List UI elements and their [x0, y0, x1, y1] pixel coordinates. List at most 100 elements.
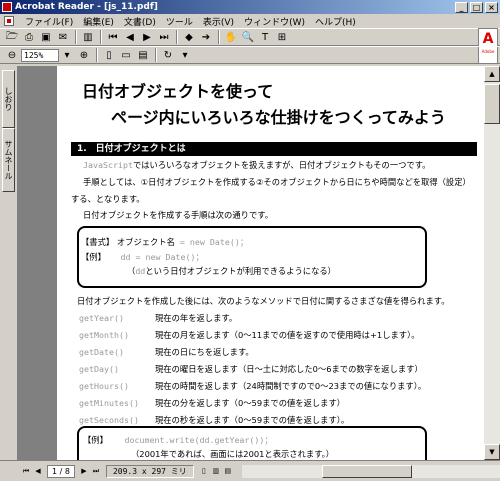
next-page-nav-icon[interactable]: ▶: [78, 465, 90, 477]
steps-line1: 手順としては、①日付オブジェクトを作成する②そのオブジェクトから日にちや時間など…: [83, 177, 471, 187]
method-desc: 現在の時間を返します（24時間制ですので0～23までの値になります）。: [155, 381, 427, 391]
open-icon[interactable]: 🗁: [4, 30, 20, 44]
pdf-page: 日付オブジェクトを使って ページ内にいろいろな仕掛けをつくってみよう 1. 日付…: [57, 66, 484, 460]
menu-window[interactable]: ウィンドウ(W): [239, 15, 310, 28]
scroll-down-icon[interactable]: ▼: [484, 444, 500, 460]
example-code: dd = new Date()；: [120, 252, 204, 262]
method-desc: 現在の月を返します（0～11までの値を返すので使用時は+1します）。: [155, 330, 420, 340]
method-name: getHours(): [79, 381, 129, 391]
horizontal-scroll-thumb[interactable]: [321, 464, 412, 478]
method-row: getDate() 現在の日にちを返します。: [79, 347, 254, 358]
fit-page-icon[interactable]: ▭: [118, 48, 134, 62]
toolbar-separator: [218, 30, 220, 44]
method-desc: 現在の年を返します。: [155, 313, 238, 323]
go-back-icon[interactable]: ◆: [181, 30, 197, 44]
zoom-tool-icon[interactable]: 🔍: [240, 30, 256, 44]
status-bar: ⏮ ◀ 1 / 8 ▶ ⏭ 209.3 x 297 ミリ ▯ ▥ ▤: [0, 460, 500, 481]
menu-file[interactable]: ファイル(F): [20, 15, 78, 28]
syntax-line: 【書式】 オブジェクト名 = new Date()；: [81, 237, 248, 248]
last-page-nav-icon[interactable]: ⏭: [90, 465, 102, 477]
section-heading: 1. 日付オブジェクトとは: [71, 142, 477, 156]
go-forward-icon[interactable]: ➔: [198, 30, 214, 44]
format-label: 【書式】: [81, 237, 115, 247]
bookmarks-tab[interactable]: しおり: [2, 70, 15, 128]
main-toolbar: 🗁 ⎙ ▣ ✉ ▥ ⏮ ◀ ▶ ⏭ ◆ ➔ ✋ 🔍 T ⊞: [0, 28, 500, 46]
show-navigation-pane-icon[interactable]: ▥: [80, 30, 96, 44]
steps-line2: する、となります。: [71, 194, 145, 204]
menu-view[interactable]: 表示(V): [198, 15, 239, 28]
method-desc: 現在の秒を返します（0～59までの値を返します）。: [155, 415, 350, 425]
navigation-tabs: しおり サムネール: [0, 66, 16, 460]
column-select-icon[interactable]: ⊞: [274, 30, 290, 44]
menu-bar: ファイル(F) 編集(E) 文書(D) ツール 表示(V) ウィンドウ(W) ヘ…: [0, 14, 500, 28]
continuous-icon[interactable]: ▥: [210, 465, 222, 477]
toolbar-separator: [96, 48, 98, 62]
zoom-in-icon[interactable]: ⊕: [76, 48, 92, 62]
rotate-icon[interactable]: ↻: [160, 48, 176, 62]
intro-text: ではいろいろなオブジェクトを扱えますが、日付オブジェクトもその一つです。: [132, 160, 431, 170]
method-row: getMonth() 現在の月を返します（0～11までの値を返すので使用時は+1し…: [79, 330, 420, 341]
page-title-line1: 日付オブジェクトを使って: [82, 82, 274, 101]
zoom-dropdown-icon[interactable]: ▾: [59, 48, 75, 62]
example-note: （ddという日付オブジェクトが利用できるようになる）: [127, 266, 336, 276]
method-row: getSeconds() 現在の秒を返します（0～59までの値を返します）。: [79, 415, 349, 426]
single-page-icon[interactable]: ▯: [198, 465, 210, 477]
prev-page-nav-icon[interactable]: ◀: [32, 465, 44, 477]
toolbar-separator: [75, 30, 77, 44]
scroll-up-icon[interactable]: ▲: [484, 66, 500, 82]
page-size-display: 209.3 x 297 ミリ: [105, 464, 194, 478]
intro-js-term: JavaScript: [83, 160, 133, 170]
example-note-code: dd: [135, 266, 146, 276]
example2-note: （2001年であれば、画面には2001と表示されます。）: [131, 449, 335, 459]
maximize-button[interactable]: □: [470, 1, 483, 13]
after-line: 日付オブジェクトを作成した後には、次のようなメソッドで日付に関するさまざな値を得…: [77, 296, 450, 306]
menu-document[interactable]: 文書(D): [119, 15, 161, 28]
example-line: 【例】 dd = new Date()；: [81, 252, 204, 263]
toolbar-separator: [100, 30, 102, 44]
text-select-icon[interactable]: T: [257, 30, 273, 44]
scroll-thumb[interactable]: [484, 84, 500, 124]
last-page-icon[interactable]: ⏭: [156, 30, 172, 44]
title-bar: Acrobat Reader - [js_11.pdf] _ □ ×: [0, 0, 500, 14]
actual-size-icon[interactable]: ▯: [101, 48, 117, 62]
method-row: getYear() 現在の年を返します。: [79, 313, 237, 324]
previous-page-icon[interactable]: ◀: [122, 30, 138, 44]
page-number-field[interactable]: 1 / 8: [47, 464, 75, 478]
zoom-out-icon[interactable]: ⊖: [4, 48, 20, 62]
menu-help[interactable]: ヘルプ(H): [310, 15, 361, 28]
acrobat-app-icon[interactable]: [2, 2, 12, 12]
thumbnails-tab[interactable]: サムネール: [2, 128, 15, 192]
example2-code: document.write(dd.getYear())；: [124, 435, 273, 445]
first-page-nav-icon[interactable]: ⏮: [20, 465, 32, 477]
format-code: = new Date()；: [174, 237, 249, 247]
menu-tools[interactable]: ツール: [161, 15, 198, 28]
print-icon[interactable]: ⎙: [21, 30, 37, 44]
window-title: Acrobat Reader - [js_11.pdf]: [15, 2, 158, 12]
menu-edit[interactable]: 編集(E): [78, 15, 119, 28]
example-label: 【例】: [81, 252, 106, 262]
first-page-icon[interactable]: ⏮: [105, 30, 121, 44]
horizontal-scrollbar[interactable]: [241, 464, 500, 478]
hand-tool-icon[interactable]: ✋: [223, 30, 239, 44]
method-name: getDate(): [79, 347, 124, 357]
fit-width-icon[interactable]: ▤: [135, 48, 151, 62]
method-name: getDay(): [79, 364, 119, 374]
email-icon[interactable]: ✉: [55, 30, 71, 44]
method-desc: 現在の日にちを返します。: [155, 347, 254, 357]
rotate-dropdown-icon[interactable]: ▾: [177, 48, 193, 62]
intro-paragraph: JavaScriptではいろいろなオブジェクトを扱えますが、日付オブジェクトもそ…: [83, 160, 430, 171]
close-button[interactable]: ×: [485, 1, 498, 13]
next-page-icon[interactable]: ▶: [139, 30, 155, 44]
method-row: getDay() 現在の曜日を返します（日～土に対応した0～6までの数字を返します…: [79, 364, 423, 375]
document-icon[interactable]: [4, 16, 14, 26]
document-view[interactable]: 日付オブジェクトを使って ページ内にいろいろな仕掛けをつくってみよう 1. 日付…: [17, 66, 484, 460]
minimize-button[interactable]: _: [455, 1, 468, 13]
method-row: getMinutes() 現在の分を返します（0～59までの値を返します）: [79, 398, 345, 409]
facing-icon[interactable]: ▤: [222, 465, 234, 477]
example2-line: 【例】 document.write(dd.getYear())；: [83, 435, 273, 446]
zoom-field[interactable]: 125%: [21, 48, 59, 62]
vertical-scrollbar[interactable]: ▲ ▼: [484, 66, 500, 460]
save-icon[interactable]: ▣: [38, 30, 54, 44]
create-line: 日付オブジェクトを作成する手順は次の通りです。: [83, 210, 274, 220]
page-title-line2: ページ内にいろいろな仕掛けをつくってみよう: [111, 108, 446, 127]
